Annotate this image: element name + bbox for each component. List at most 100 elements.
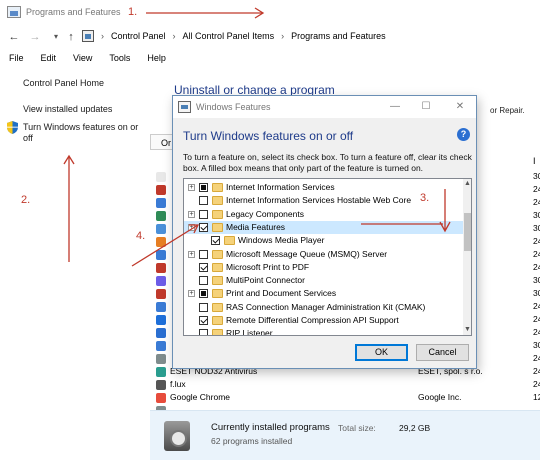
total-size-value: 29,2 GB [399, 423, 431, 433]
feature-checkbox[interactable] [199, 302, 208, 312]
sidebar-link-windows-features[interactable]: Turn Windows features on or off [23, 122, 143, 144]
feature-label: Microsoft Print to PDF [226, 261, 310, 272]
breadcrumb-separator[interactable]: › [98, 31, 107, 41]
feature-label: Print and Document Services [226, 288, 337, 299]
recent-locations-icon[interactable]: ▾ [48, 29, 64, 45]
breadcrumb-separator[interactable]: › [278, 31, 287, 41]
menu-file[interactable]: File [0, 51, 32, 67]
app-icon [7, 6, 21, 18]
features-scrollbar[interactable]: ▲ ▼ [463, 179, 471, 335]
feature-row[interactable]: Microsoft Print to PDF [184, 261, 463, 274]
feature-checkbox[interactable] [199, 196, 208, 206]
program-icon [156, 315, 166, 325]
control-panel-icon [82, 30, 94, 42]
column-header-installed[interactable]: I [533, 156, 536, 166]
program-date: 12 [533, 392, 540, 402]
instruction-text-fragment: or Repair. [490, 106, 525, 115]
program-icon [156, 250, 166, 260]
window-titlebar: Programs and Features [0, 0, 540, 26]
feature-label: Internet Information Services [226, 182, 335, 192]
menu-view[interactable]: View [64, 51, 100, 67]
program-icon [156, 276, 166, 286]
program-icon [156, 237, 166, 247]
feature-row[interactable]: + Legacy Components [184, 208, 463, 221]
folder-icon [224, 236, 235, 246]
feature-checkbox[interactable] [199, 249, 208, 259]
program-date: 24 [533, 249, 540, 259]
program-date: 24 [533, 379, 540, 389]
feature-label: RAS Connection Manager Administration Ki… [226, 301, 426, 312]
program-date: 24 [533, 366, 540, 376]
sidebar-link-installed-updates[interactable]: View installed updates [23, 104, 112, 115]
program-icon [156, 185, 166, 195]
expand-icon[interactable]: + [188, 250, 195, 258]
close-icon[interactable]: ✕ [453, 100, 467, 114]
feature-row[interactable]: RIP Listener [184, 327, 463, 335]
expand-icon[interactable]: + [188, 223, 195, 231]
menu-help[interactable]: Help [138, 51, 174, 67]
dialog-titlebar[interactable]: Windows Features — ☐ ✕ [173, 96, 476, 118]
folder-icon [212, 249, 223, 259]
program-date: 30 [533, 171, 540, 181]
breadcrumb-item[interactable]: Control Panel [111, 31, 166, 41]
program-date: 24 [533, 236, 540, 246]
scroll-thumb[interactable] [464, 213, 471, 251]
program-row[interactable]: Google Chrome Google Inc. 12 [150, 391, 540, 404]
feature-checkbox[interactable] [199, 276, 208, 286]
installed-programs-title: Currently installed programs [211, 422, 330, 433]
scroll-down-icon[interactable]: ▼ [463, 325, 471, 335]
program-row[interactable]: f.lux 24 [150, 378, 540, 391]
cancel-button[interactable]: Cancel [416, 344, 469, 361]
ok-button[interactable]: OK [355, 344, 408, 361]
back-arrow-icon[interactable]: ← [6, 29, 22, 45]
program-date: 24 [533, 301, 540, 311]
feature-label: Remote Differential Compression API Supp… [226, 315, 399, 325]
annotation-label-1: 1. [128, 6, 138, 18]
folder-icon [212, 289, 223, 299]
program-icon [156, 302, 166, 312]
folder-icon [212, 262, 223, 272]
expand-icon[interactable]: + [188, 184, 195, 191]
feature-label: Microsoft Message Queue (MSMQ) Server [226, 248, 388, 259]
breadcrumb-separator[interactable]: › [170, 31, 179, 41]
feature-row[interactable]: + Print and Document Services [184, 287, 463, 300]
sidebar-link-control-panel-home[interactable]: Control Panel Home [23, 78, 104, 89]
program-date: 24 [533, 327, 540, 337]
dialog-title: Windows Features [196, 102, 271, 112]
program-icon [156, 354, 166, 364]
address-bar: ← → ▾ ↑ › Control Panel › All Control Pa… [0, 27, 540, 47]
program-icon [156, 224, 166, 234]
window-title: Programs and Features [26, 7, 121, 17]
scroll-up-icon[interactable]: ▲ [463, 179, 471, 189]
program-icon [156, 393, 166, 403]
feature-row[interactable]: Remote Differential Compression API Supp… [184, 314, 463, 327]
breadcrumb-item[interactable]: Programs and Features [291, 31, 386, 41]
help-icon[interactable]: ? [457, 128, 470, 141]
minimize-icon[interactable]: — [388, 100, 402, 114]
feature-checkbox[interactable] [199, 209, 208, 219]
program-icon [156, 380, 166, 390]
menu-bar: File Edit View Tools Help [0, 51, 540, 67]
feature-row[interactable]: MultiPoint Connector [184, 274, 463, 287]
menu-edit[interactable]: Edit [32, 51, 65, 67]
folder-icon [212, 196, 223, 206]
feature-checkbox[interactable] [199, 329, 208, 335]
expand-icon[interactable]: + [188, 290, 195, 298]
feature-checkbox[interactable] [199, 289, 208, 299]
breadcrumb-item[interactable]: All Control Panel Items [183, 31, 275, 41]
feature-checkbox[interactable] [199, 183, 208, 192]
feature-checkbox[interactable] [199, 262, 208, 272]
feature-checkbox[interactable] [199, 222, 208, 232]
feature-row[interactable]: + Microsoft Message Queue (MSMQ) Server [184, 248, 463, 261]
forward-arrow-icon[interactable]: → [27, 29, 43, 45]
feature-checkbox[interactable] [211, 236, 220, 246]
menu-tools[interactable]: Tools [100, 51, 138, 67]
maximize-icon[interactable]: ☐ [419, 100, 433, 114]
expand-icon[interactable]: + [188, 210, 195, 218]
feature-row[interactable]: + Media Features [184, 220, 463, 234]
program-date: 24 [533, 353, 540, 363]
feature-row[interactable]: RAS Connection Manager Administration Ki… [184, 301, 463, 314]
feature-row[interactable]: Windows Media Player [184, 234, 463, 247]
feature-checkbox[interactable] [199, 316, 208, 325]
up-arrow-icon[interactable]: ↑ [63, 29, 79, 45]
